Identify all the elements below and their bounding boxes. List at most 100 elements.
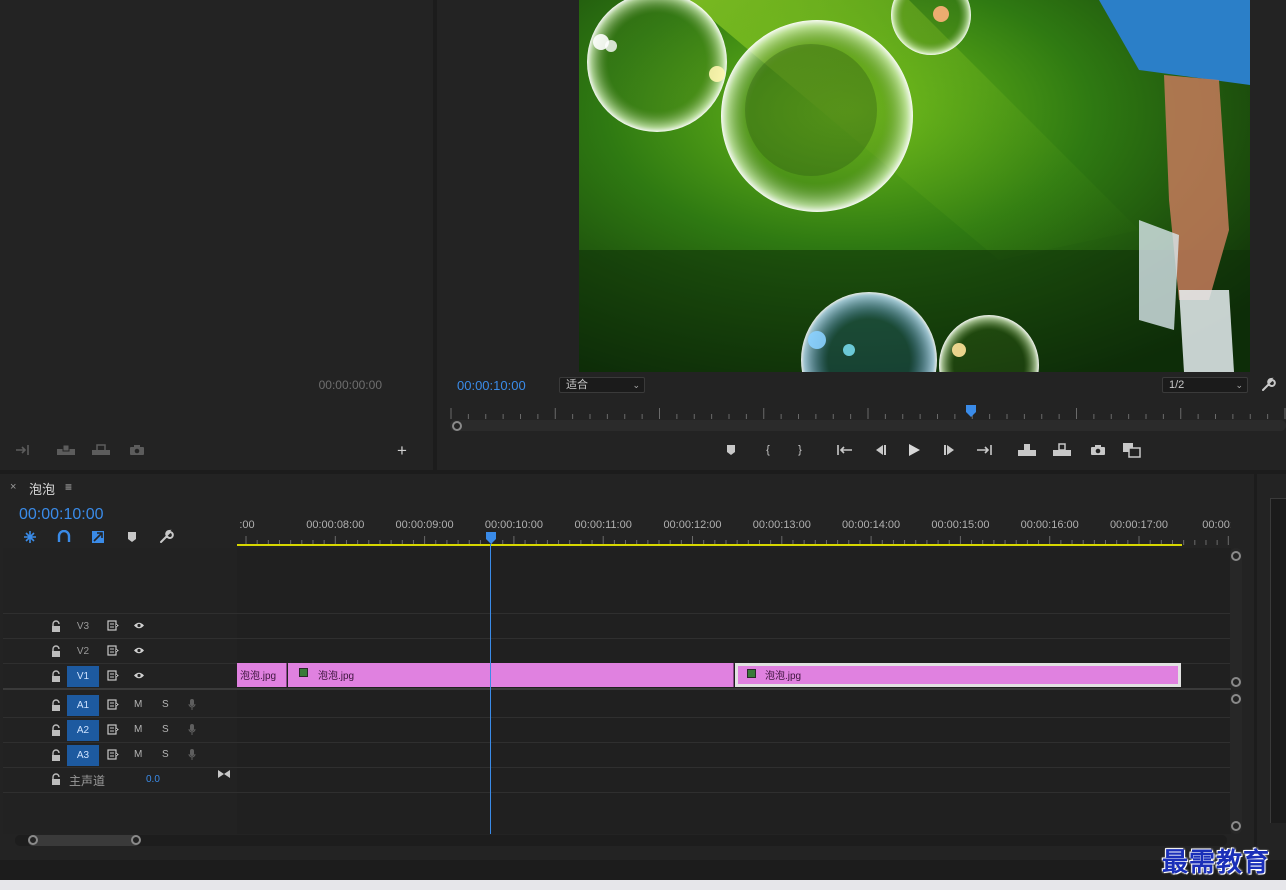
add-marker-icon[interactable] <box>720 440 742 460</box>
track-header-a3: A3 M S <box>3 743 237 767</box>
work-area-bar[interactable] <box>237 544 1182 546</box>
export-frame-icon[interactable] <box>1087 440 1109 460</box>
lock-icon[interactable] <box>51 645 61 657</box>
program-playhead[interactable] <box>966 405 977 417</box>
mark-out-glyph: } <box>798 444 802 456</box>
camera-icon[interactable] <box>126 442 148 458</box>
scrollbar-thumb[interactable] <box>28 835 140 846</box>
mark-out-icon[interactable]: } <box>789 440 811 460</box>
sync-lock-icon[interactable] <box>107 670 119 681</box>
clip-name: 泡泡.jpg <box>240 671 277 682</box>
eye-icon[interactable] <box>133 671 145 680</box>
lift-icon[interactable] <box>1016 440 1038 460</box>
timeline-playhead-line[interactable] <box>490 544 491 834</box>
track-divider <box>3 767 1231 768</box>
microphone-icon[interactable] <box>188 723 196 736</box>
track-divider <box>3 792 1231 793</box>
extract-icon[interactable] <box>1051 440 1073 460</box>
overwrite-icon[interactable] <box>90 442 112 458</box>
timeline-horizontal-scrollbar[interactable] <box>15 835 1227 846</box>
snap-icon[interactable] <box>21 529 39 545</box>
program-scroll-handle[interactable] <box>452 421 462 431</box>
step-back-icon[interactable] <box>869 440 891 460</box>
microphone-icon[interactable] <box>188 748 196 761</box>
solo-button[interactable]: S <box>162 724 169 735</box>
play-icon[interactable] <box>903 440 925 460</box>
step-forward-icon[interactable] <box>939 440 961 460</box>
scroll-handle[interactable] <box>1231 551 1241 561</box>
add-button[interactable]: + <box>392 441 412 461</box>
go-to-edit-point-icon[interactable] <box>217 769 231 779</box>
master-volume-value[interactable]: 0.0 <box>146 774 160 785</box>
linked-selection-icon[interactable] <box>55 529 73 545</box>
mark-in-icon[interactable]: { <box>757 440 779 460</box>
scroll-handle[interactable] <box>131 835 141 845</box>
playback-resolution-dropdown[interactable]: 1/2 ⌄ <box>1162 377 1248 393</box>
timeline-playhead[interactable] <box>486 532 496 544</box>
compare-icon[interactable] <box>1121 440 1143 460</box>
settings-wrench-icon[interactable] <box>157 529 175 545</box>
eye-icon[interactable] <box>133 646 145 655</box>
video-tracks-scrollbar[interactable] <box>1230 548 1242 690</box>
solo-button[interactable]: S <box>162 749 169 760</box>
track-header-a2: A2 M S <box>3 718 237 742</box>
video-clip-selected[interactable]: 泡泡.jpg <box>735 663 1181 687</box>
track-header-v2: V2 <box>3 639 237 663</box>
sync-lock-icon[interactable] <box>107 699 119 710</box>
lock-icon[interactable] <box>51 724 61 736</box>
microphone-icon[interactable] <box>188 698 196 711</box>
insert-overwrite-icon[interactable] <box>89 529 107 545</box>
go-to-out-icon[interactable] <box>973 440 995 460</box>
wrench-icon[interactable] <box>1260 377 1276 393</box>
panel-menu-icon[interactable]: ≡ <box>65 480 72 494</box>
track-label[interactable]: V3 <box>67 616 99 637</box>
lock-icon[interactable] <box>51 699 61 711</box>
timeline-timecode[interactable]: 00:00:10:00 <box>19 506 104 524</box>
track-label[interactable]: A2 <box>67 720 99 741</box>
zoom-value: 适合 <box>566 379 588 391</box>
track-label[interactable]: V2 <box>67 641 99 662</box>
add-marker-icon[interactable] <box>123 529 141 545</box>
lock-icon[interactable] <box>51 773 61 785</box>
clip-name: 泡泡.jpg <box>318 671 355 682</box>
program-time-ruler[interactable] <box>450 404 1286 420</box>
video-clip[interactable]: 泡泡.jpg <box>288 663 734 687</box>
scroll-handle[interactable] <box>1231 821 1241 831</box>
track-label[interactable]: A3 <box>67 745 99 766</box>
fx-badge-icon <box>299 668 308 677</box>
track-label[interactable]: A1 <box>67 695 99 716</box>
sequence-tab-title[interactable]: 泡泡 <box>29 479 55 498</box>
sync-lock-icon[interactable] <box>107 645 119 656</box>
program-zoom-scrollbar[interactable] <box>450 420 1286 431</box>
sync-lock-icon[interactable] <box>107 749 119 760</box>
scroll-handle[interactable] <box>28 835 38 845</box>
eye-icon[interactable] <box>133 621 145 630</box>
go-to-in-icon[interactable] <box>834 440 856 460</box>
lock-icon[interactable] <box>51 749 61 761</box>
video-clip[interactable]: 泡泡.jpg <box>237 663 287 687</box>
audio-tracks-scrollbar[interactable] <box>1230 692 1242 834</box>
insert-icon[interactable] <box>55 442 77 458</box>
zoom-dropdown[interactable]: 适合 ⌄ <box>559 377 645 393</box>
ruler-time-label: 00:00:09:00 <box>395 519 454 531</box>
ruler-time-label: 00:00:18:0 <box>1202 519 1231 531</box>
lock-icon[interactable] <box>51 670 61 682</box>
close-tab-icon[interactable]: × <box>10 481 16 493</box>
sync-lock-icon[interactable] <box>107 724 119 735</box>
source-timecode[interactable]: 00:00:00:00 <box>282 378 382 392</box>
scroll-handle[interactable] <box>1231 694 1241 704</box>
timeline-time-ruler[interactable]: :00 00:00:08:00 00:00:09:00 00:00:10:00 00:0… <box>237 512 1231 548</box>
mark-in-icon[interactable] <box>13 442 35 458</box>
clip-name: 泡泡.jpg <box>765 671 802 682</box>
ruler-time-label: 00:00:08:00 <box>306 519 365 531</box>
scroll-handle[interactable] <box>1231 677 1241 687</box>
track-label[interactable]: V1 <box>67 666 99 687</box>
program-timecode[interactable]: 00:00:10:00 <box>457 378 526 393</box>
mute-button[interactable]: M <box>134 749 142 760</box>
ruler-time-label: 00:00:15:00 <box>931 519 990 531</box>
mute-button[interactable]: M <box>134 699 142 710</box>
sync-lock-icon[interactable] <box>107 620 119 631</box>
mute-button[interactable]: M <box>134 724 142 735</box>
solo-button[interactable]: S <box>162 699 169 710</box>
lock-icon[interactable] <box>51 620 61 632</box>
